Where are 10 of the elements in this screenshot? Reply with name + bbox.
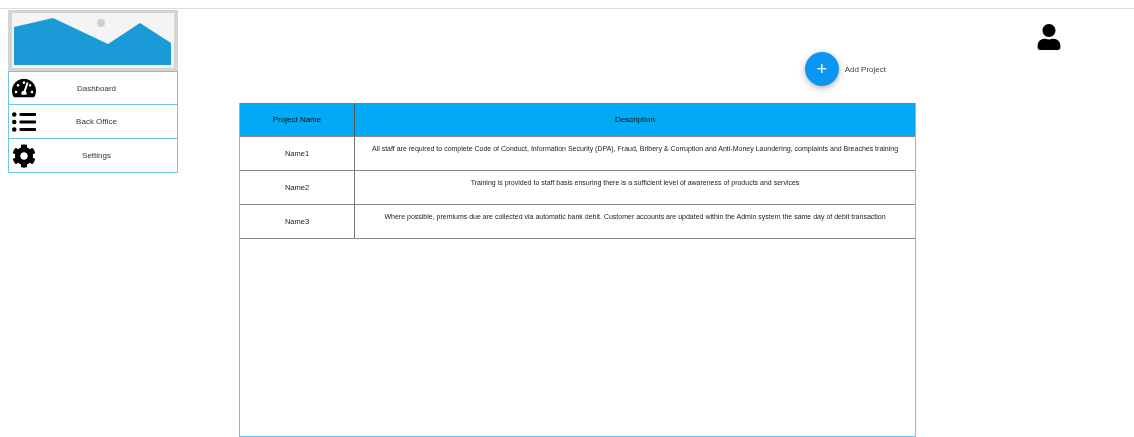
sidebar-item[interactable]: Back Office <box>8 105 178 139</box>
user-icon[interactable] <box>1036 24 1062 50</box>
column-header: Description <box>355 103 915 136</box>
column-header: Project Name <box>240 103 355 136</box>
add-project-label: Add Project <box>844 64 886 74</box>
gauge-icon <box>12 76 36 100</box>
sidebar-item[interactable]: Settings <box>8 139 178 173</box>
settings-icon <box>12 143 36 168</box>
sidebar-item[interactable]: Dashboard <box>8 71 178 105</box>
list-icon <box>12 109 36 134</box>
